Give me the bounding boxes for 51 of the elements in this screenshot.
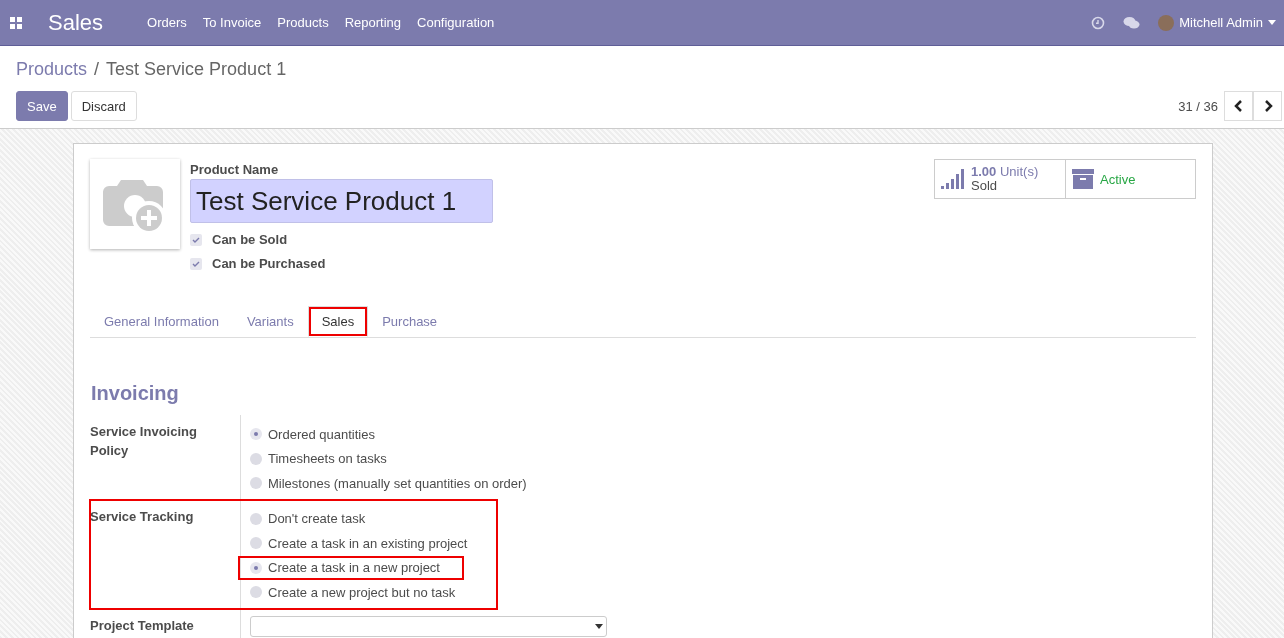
bar-chart-icon (941, 169, 965, 189)
breadcrumb-link[interactable]: Products (16, 59, 88, 83)
menu-item[interactable]: Orders (139, 15, 195, 30)
clock-icon[interactable] (1091, 15, 1106, 30)
tab[interactable]: Sales (307, 306, 369, 337)
radio-option[interactable]: Timesheets on tasks (250, 446, 411, 471)
checkbox[interactable] (190, 233, 202, 246)
chat-icon[interactable] (1123, 15, 1141, 30)
field-label: Service Tracking (90, 507, 195, 526)
chevron-left-icon (1233, 100, 1244, 112)
checkbox-label: Can be Purchased (212, 256, 326, 271)
radio-button[interactable] (250, 452, 262, 465)
field-label: Service Invoicing Policy (90, 423, 198, 460)
caret-icon (1268, 20, 1276, 25)
apps-grid-icon[interactable] (10, 16, 22, 29)
radio-option[interactable]: Create a task in a new project (238, 555, 464, 580)
checkbox-label: Can be Sold (212, 232, 288, 247)
save-button[interactable]: Save (16, 91, 68, 121)
radio-button[interactable] (250, 586, 262, 599)
product-name-field[interactable]: Test Service Product 1 (190, 179, 493, 223)
field-label: Product Name (190, 162, 280, 177)
next-button[interactable] (1253, 91, 1282, 121)
user-menu[interactable]: Mitchell Admin (1158, 14, 1276, 31)
section-title: Invoicing (91, 382, 180, 405)
app-title: Sales (48, 9, 104, 36)
radio-button[interactable] (250, 537, 262, 550)
discard-button[interactable]: Discard (70, 91, 137, 121)
radio-option[interactable]: Create a new project but no task (250, 580, 480, 605)
archive-box-icon (1072, 169, 1094, 189)
caret-icon (595, 623, 603, 629)
radio-button[interactable] (250, 477, 262, 490)
previous-button[interactable] (1224, 91, 1253, 121)
radio-button[interactable] (250, 561, 262, 574)
menu-item[interactable]: To Invoice (194, 15, 270, 30)
radio-option[interactable]: Ordered quantities (250, 422, 399, 447)
radio-option[interactable]: Milestones (manually set quantities on order) (250, 471, 551, 496)
breadcrumb-separator: / (94, 59, 100, 81)
radio-option[interactable]: Create a task in an existing project (250, 531, 492, 556)
menu-item[interactable]: Reporting (336, 15, 409, 30)
checkbox[interactable] (190, 257, 202, 270)
radio-option[interactable]: Don't create task (250, 506, 390, 531)
breadcrumb-current: Test Service Product 1 (106, 59, 287, 81)
menu-item[interactable]: Configuration (409, 15, 503, 30)
project-template-dropdown[interactable] (250, 615, 607, 637)
pager-counter: 31 / 36 (1178, 98, 1218, 114)
radio-button[interactable] (250, 512, 262, 525)
radio-button[interactable] (250, 428, 262, 441)
chevron-right-icon (1262, 100, 1273, 112)
menu-item[interactable]: Products (269, 15, 337, 30)
field-label: Project Template (90, 616, 195, 635)
avatar-icon (1158, 14, 1175, 31)
